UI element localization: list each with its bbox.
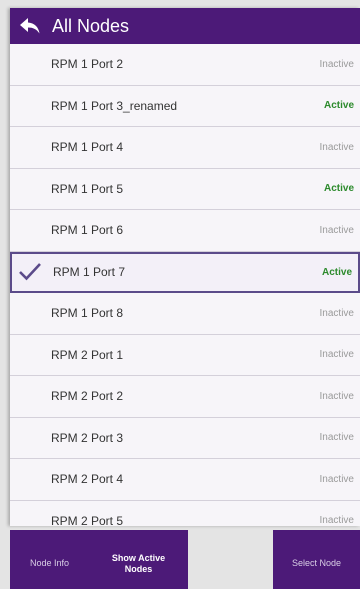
node-name: RPM 2 Port 1 xyxy=(51,347,124,362)
node-row[interactable]: RPM 1 Port 2 Inactive xyxy=(10,44,360,86)
node-name: RPM 1 Port 4 xyxy=(51,140,124,155)
node-name: RPM 1 Port 8 xyxy=(51,306,124,321)
node-row[interactable]: RPM 2 Port 3 Inactive xyxy=(10,417,360,459)
node-name: RPM 1 Port 3_renamed xyxy=(51,98,178,113)
node-status: Inactive xyxy=(319,390,354,402)
node-row[interactable]: RPM 2 Port 4 Inactive xyxy=(10,459,360,501)
node-info-button[interactable]: Node Info xyxy=(10,530,89,589)
show-active-nodes-button[interactable]: Show Active Nodes xyxy=(89,530,188,589)
node-row[interactable]: RPM 2 Port 5 Inactive xyxy=(10,500,360,526)
toolbar-spacer xyxy=(188,530,273,589)
node-row[interactable]: RPM 1 Port 6 Inactive xyxy=(10,210,360,252)
node-list-panel: All Nodes RPM 1 Port 2 Inactive RPM 1 Port… xyxy=(10,8,360,526)
node-row[interactable]: RPM 1 Port 7 Active xyxy=(10,251,360,293)
node-status: Inactive xyxy=(319,141,354,153)
select-node-button[interactable]: Select Node xyxy=(273,530,360,589)
node-name: RPM 2 Port 2 xyxy=(51,389,124,404)
page-title: All Nodes xyxy=(52,15,130,36)
node-name: RPM 1 Port 6 xyxy=(51,223,124,238)
node-status: Inactive xyxy=(319,432,354,444)
node-name: RPM 1 Port 7 xyxy=(53,265,126,280)
node-list[interactable]: RPM 1 Port 2 Inactive RPM 1 Port 3_renamed… xyxy=(10,44,360,526)
checkmark-icon xyxy=(19,263,41,281)
select-node-label: Select Node xyxy=(291,558,342,569)
node-row[interactable]: RPM 1 Port 4 Inactive xyxy=(10,127,360,169)
node-name: RPM 2 Port 3 xyxy=(51,430,124,445)
node-status: Inactive xyxy=(319,349,354,361)
node-row[interactable]: RPM 1 Port 3_renamed Active xyxy=(10,85,360,127)
node-row[interactable]: RPM 1 Port 8 Inactive xyxy=(10,293,360,335)
node-status: Active xyxy=(323,100,354,112)
node-status: Active xyxy=(323,183,354,195)
node-name: RPM 2 Port 5 xyxy=(51,513,124,526)
back-arrow-icon xyxy=(20,18,40,34)
show-active-nodes-label: Show Active Nodes xyxy=(112,553,165,574)
node-name: RPM 1 Port 5 xyxy=(51,181,124,196)
bottom-toolbar: Node Info Show Active Nodes Select Node xyxy=(10,530,360,589)
show-active-label-line2: Nodes xyxy=(124,563,153,574)
node-name: RPM 2 Port 4 xyxy=(51,472,124,487)
node-status: Active xyxy=(321,266,352,278)
back-button[interactable] xyxy=(10,8,50,44)
node-info-label: Node Info xyxy=(29,558,70,569)
node-name: RPM 1 Port 2 xyxy=(51,57,124,72)
node-row[interactable]: RPM 2 Port 1 Inactive xyxy=(10,334,360,376)
node-row[interactable]: RPM 2 Port 2 Inactive xyxy=(10,376,360,418)
node-status: Inactive xyxy=(319,307,354,319)
show-active-label-line1: Show Active xyxy=(111,553,166,564)
node-status: Inactive xyxy=(319,224,354,236)
node-row[interactable]: RPM 1 Port 5 Active xyxy=(10,168,360,210)
node-status: Inactive xyxy=(319,515,354,526)
header-bar: All Nodes xyxy=(10,8,360,44)
node-status: Inactive xyxy=(319,473,354,485)
node-status: Inactive xyxy=(319,58,354,70)
